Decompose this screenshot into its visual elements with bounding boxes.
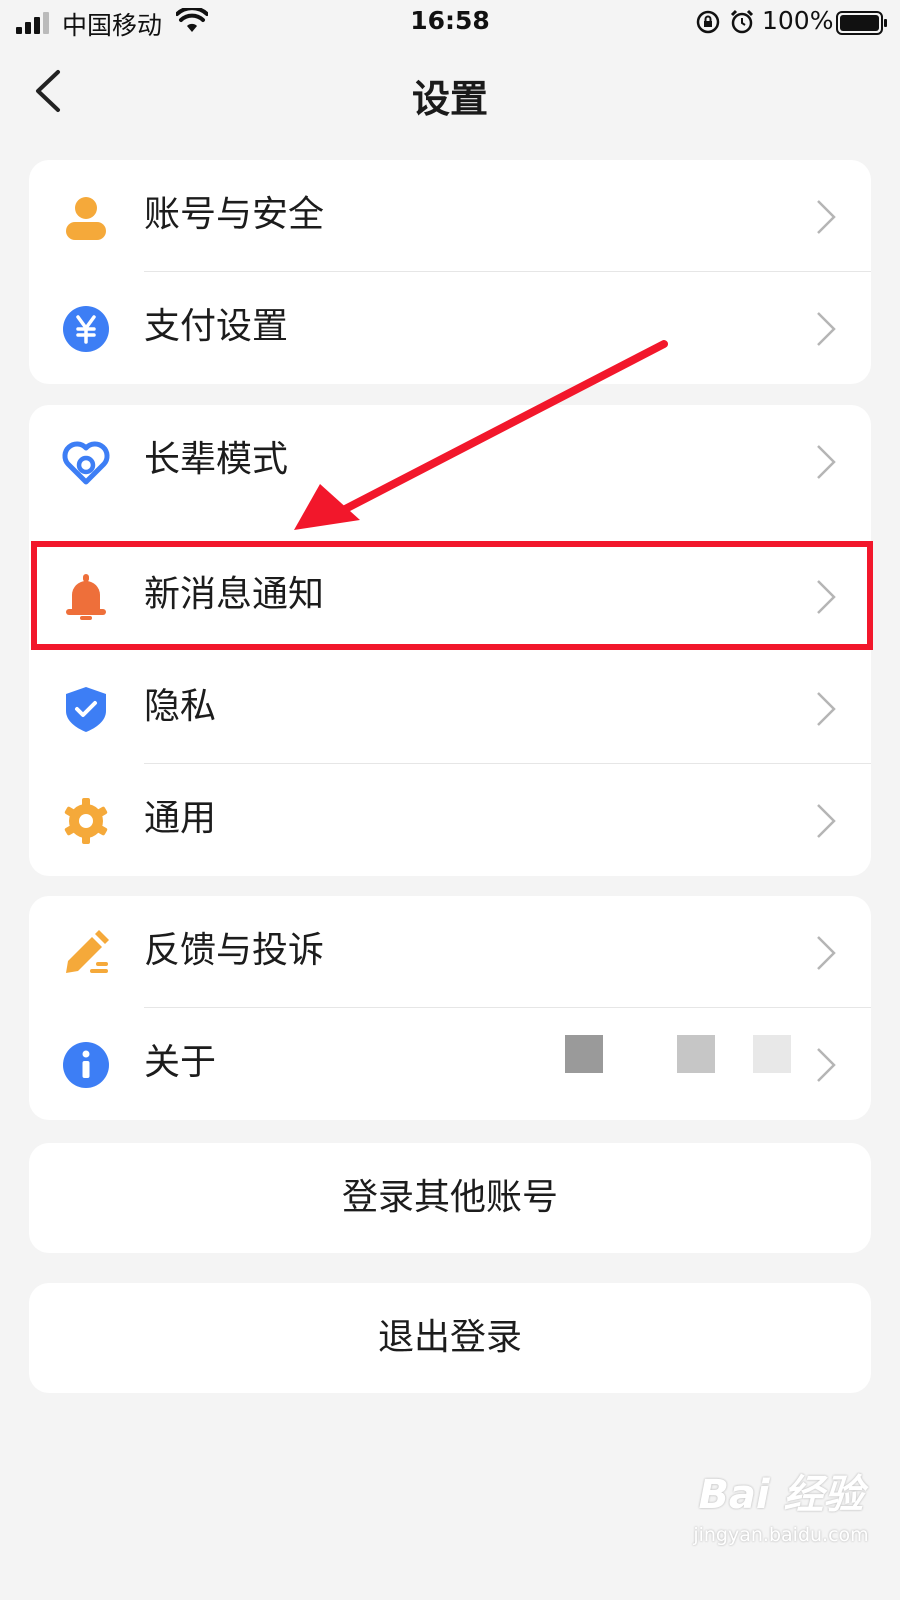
shield-icon	[66, 687, 106, 732]
settings-item-label: 支付设置	[144, 306, 289, 347]
info-icon	[63, 1042, 109, 1088]
gear-icon	[64, 798, 108, 844]
watermark: Bai 经验 jingyan.baidu.com	[676, 1462, 886, 1572]
pencil-icon	[66, 930, 109, 973]
watermark-logo: Bai 经验	[698, 1472, 864, 1518]
user-icon	[66, 197, 106, 240]
alarm-icon	[730, 9, 754, 34]
status-bar: 中国移动 16:58 100%	[0, 0, 900, 46]
chevron-right-icon	[817, 312, 836, 346]
settings-item-elder-mode[interactable]: 长辈模式	[29, 405, 871, 517]
chevron-right-icon	[817, 445, 836, 479]
chevron-right-icon	[817, 200, 836, 234]
settings-item-label: 通用	[144, 798, 217, 839]
page-title: 设置	[411, 77, 488, 121]
settings-item-label: 关于	[144, 1042, 217, 1083]
battery-percent: 100%	[762, 6, 834, 35]
settings-group-general: 长辈模式 新消息通知 隐私 通用	[29, 405, 871, 876]
chevron-right-icon	[817, 804, 836, 838]
settings-group-account: 账号与安全 支付设置	[29, 160, 871, 384]
chevron-right-icon	[817, 1048, 836, 1082]
settings-item-feedback[interactable]: 反馈与投诉	[29, 896, 871, 1008]
rotation-lock-icon	[696, 10, 720, 34]
settings-item-privacy[interactable]: 隐私	[29, 652, 871, 764]
settings-item-general[interactable]: 通用	[29, 764, 871, 876]
switch-account-button[interactable]: 登录其他账号	[29, 1143, 871, 1253]
navigation-bar: 设置	[0, 50, 900, 130]
chevron-right-icon	[817, 580, 836, 614]
settings-item-label: 新消息通知	[144, 574, 325, 615]
chevron-right-icon	[817, 692, 836, 726]
settings-item-about[interactable]: 关于	[29, 1008, 871, 1120]
watermark-site: jingyan.baidu.com	[693, 1524, 869, 1546]
battery-icon	[836, 11, 887, 35]
yuan-icon	[63, 306, 109, 352]
logout-button[interactable]: 退出登录	[29, 1283, 871, 1393]
heart-icon	[62, 441, 110, 485]
chevron-right-icon	[817, 936, 836, 970]
settings-item-label: 隐私	[144, 686, 217, 727]
settings-item-new-message-notification[interactable]: 新消息通知	[29, 540, 871, 652]
settings-group-about: 反馈与投诉 关于	[29, 896, 871, 1120]
settings-item-label: 长辈模式	[144, 439, 289, 480]
version-info-redacted	[565, 1035, 795, 1075]
settings-item-label: 反馈与投诉	[144, 930, 325, 971]
bell-icon	[66, 574, 106, 620]
settings-item-account-security[interactable]: 账号与安全	[29, 160, 871, 272]
settings-item-payment[interactable]: 支付设置	[29, 272, 871, 384]
settings-item-label: 账号与安全	[144, 194, 325, 235]
